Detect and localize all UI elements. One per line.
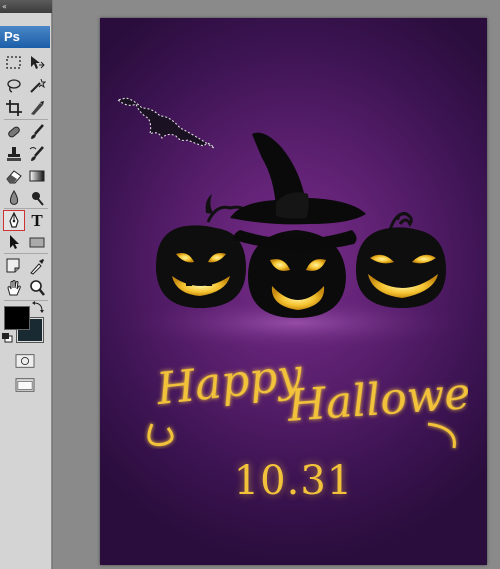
dodge-tool-icon[interactable] <box>26 187 48 208</box>
hand-tool-icon[interactable] <box>3 277 25 298</box>
magic-wand-tool-icon[interactable] <box>26 75 48 96</box>
crop-tool-icon[interactable] <box>3 97 25 118</box>
brush-tool-icon[interactable] <box>26 121 48 142</box>
app-logo: Ps <box>0 26 50 48</box>
type-tool-glyph: T <box>31 210 43 230</box>
gradient-tool-icon[interactable] <box>26 165 48 186</box>
clone-stamp-tool-icon[interactable] <box>3 143 25 164</box>
shape-tool-icon[interactable] <box>26 231 48 252</box>
pen-tool-icon[interactable] <box>3 210 25 231</box>
history-brush-tool-icon[interactable] <box>26 143 48 164</box>
healing-brush-tool-icon[interactable] <box>3 121 25 142</box>
notes-tool-icon[interactable] <box>3 255 25 276</box>
zoom-tool-icon[interactable] <box>26 277 48 298</box>
marquee-tool-icon[interactable] <box>3 52 25 73</box>
greeting-line-1: Happy <box>153 349 305 415</box>
default-colors-icon[interactable] <box>1 332 15 344</box>
blur-tool-icon[interactable] <box>3 187 25 208</box>
toolbox-divider <box>4 208 48 209</box>
bat-selection <box>116 97 215 149</box>
right-pumpkin <box>356 211 446 308</box>
halloween-poster-document[interactable]: Happy Halloween 10.31 <box>100 18 487 565</box>
toolbox-divider <box>4 253 48 254</box>
path-selection-tool-icon[interactable] <box>3 231 25 252</box>
toolbox-divider <box>4 119 48 120</box>
greeting-line-2: Halloween <box>285 364 468 432</box>
eyedropper-tool-icon[interactable] <box>26 255 48 276</box>
toolbox-panel: « Ps T <box>0 0 52 569</box>
date-text: 10.31 <box>233 458 354 504</box>
screen-mode-icon[interactable] <box>12 375 38 395</box>
foreground-color-swatch[interactable] <box>4 306 30 330</box>
greeting-lettering: Happy Halloween <box>147 349 468 449</box>
eraser-tool-icon[interactable] <box>3 165 25 186</box>
move-tool-icon[interactable] <box>26 52 48 73</box>
swap-colors-icon[interactable] <box>30 300 48 314</box>
quick-mask-icon[interactable] <box>12 351 38 371</box>
lasso-tool-icon[interactable] <box>3 75 25 96</box>
type-tool-icon[interactable]: T <box>26 210 48 231</box>
left-pumpkin <box>156 194 252 308</box>
toolbox-grip[interactable]: « <box>0 0 52 13</box>
eyedropper-slice-tool-icon[interactable] <box>26 97 48 118</box>
